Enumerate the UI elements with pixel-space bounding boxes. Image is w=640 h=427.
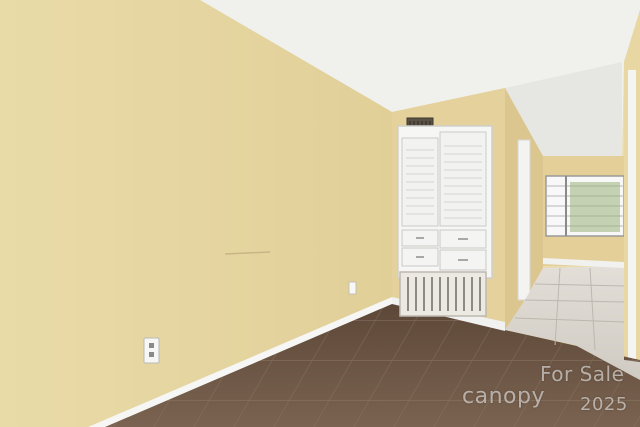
room-illustration bbox=[0, 0, 640, 427]
right-door-frame bbox=[628, 70, 636, 370]
floor-vent bbox=[399, 271, 487, 317]
room-photo: For Sale canopy 2025 bbox=[0, 0, 640, 427]
doorway bbox=[517, 139, 531, 301]
window-greenery bbox=[570, 182, 620, 232]
outlet-back bbox=[348, 281, 357, 295]
outlet-left bbox=[143, 337, 160, 364]
